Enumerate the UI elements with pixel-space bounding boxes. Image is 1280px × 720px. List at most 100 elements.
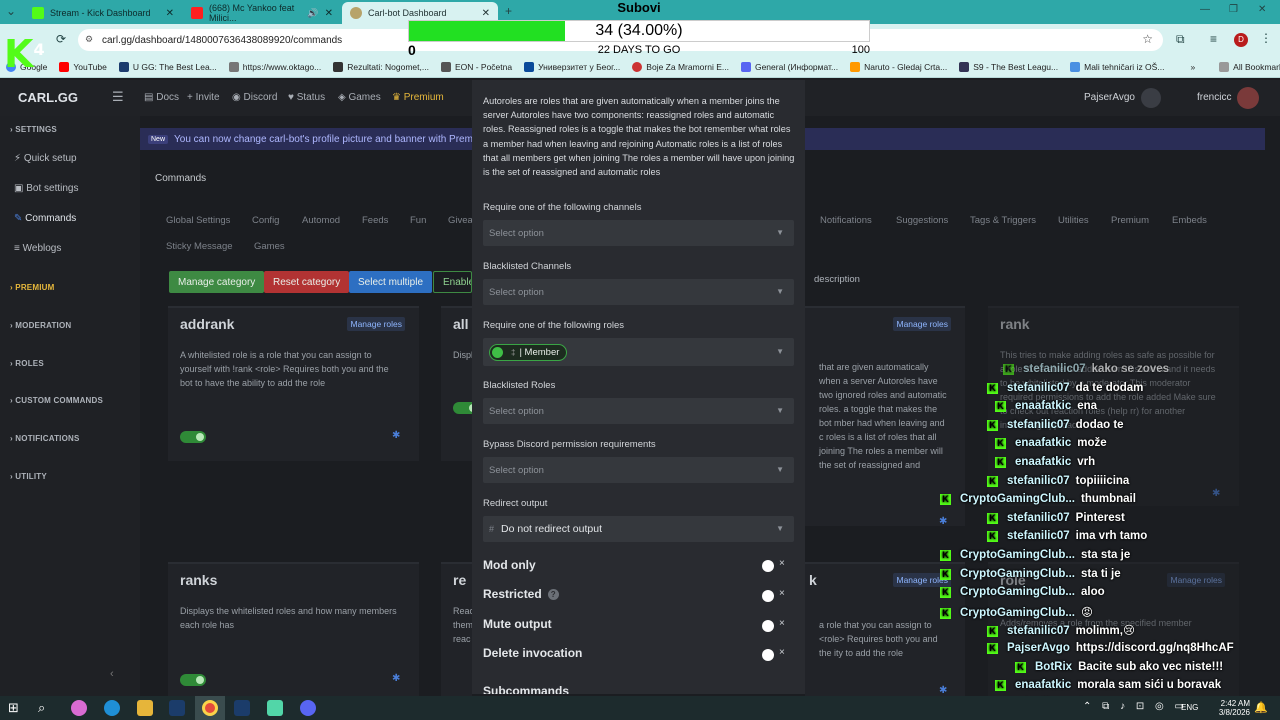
tab-premium[interactable]: Premium	[1111, 215, 1149, 226]
tab-config[interactable]: Config	[252, 215, 279, 226]
bookmark-star-icon[interactable]: ☆	[1142, 32, 1153, 46]
nav-docs[interactable]: ▤ Docs	[144, 92, 179, 103]
help-icon[interactable]: ?	[547, 589, 559, 600]
bookmark-ugg[interactable]: U GG: The Best Lea...	[113, 61, 223, 72]
manage-roles-button[interactable]: Manage roles	[1167, 573, 1225, 587]
show-description-toggle[interactable]: description	[814, 274, 860, 285]
mute-output-toggle[interactable]: ×	[759, 618, 791, 633]
bookmark-eon[interactable]: EON - Početna	[435, 61, 518, 72]
user-avatar[interactable]	[1237, 87, 1259, 109]
sidebar-section-roles[interactable]: › ROLES	[10, 359, 44, 368]
tab-feeds[interactable]: Feeds	[362, 215, 388, 226]
close-window-icon[interactable]: ✕	[1258, 4, 1266, 15]
blacklisted-roles-select[interactable]: Select option ▼	[483, 398, 794, 424]
menu-icon[interactable]: ⋮	[1260, 31, 1272, 45]
steam-icon[interactable]	[169, 700, 185, 716]
bookmark-naruto[interactable]: Naruto - Gledaj Crta...	[844, 61, 953, 72]
bypass-permissions-select[interactable]: Select option ▼	[483, 457, 794, 483]
manage-roles-button[interactable]: Manage roles	[893, 317, 951, 331]
gear-icon[interactable]: ✱	[939, 685, 947, 696]
tab-notifications[interactable]: Notifications	[820, 215, 872, 226]
tab-youtube[interactable]: (668) Mc Yankoo feat Milici... 🔊 ✕	[183, 2, 341, 24]
tab-suggestions[interactable]: Suggestions	[896, 215, 948, 226]
reset-category-button[interactable]: Reset category	[264, 271, 350, 293]
sidebar-item-commands[interactable]: ✎ Commands	[14, 213, 76, 224]
bookmark-general[interactable]: General (Информат...	[735, 61, 844, 72]
tab-utilities[interactable]: Utilities	[1058, 215, 1089, 226]
notification-bell-icon[interactable]: 🔔	[1254, 701, 1268, 714]
command-toggle[interactable]	[180, 674, 206, 686]
bookmarks-more-button[interactable]: »	[1184, 62, 1201, 72]
blacklisted-channels-select[interactable]: Select option ▼	[483, 279, 794, 305]
minimize-icon[interactable]: —	[1200, 4, 1210, 15]
mod-only-toggle[interactable]: ×	[759, 558, 791, 573]
sidebar-section-settings[interactable]: › SETTINGS	[10, 125, 57, 134]
tab-kick-dashboard[interactable]: Stream - Kick Dashboard ✕	[24, 2, 182, 24]
carl-logo[interactable]: CARL.GG	[18, 90, 78, 105]
bookmark-rezultati[interactable]: Rezultati: Nogomet,...	[327, 61, 435, 72]
command-toggle[interactable]	[453, 402, 472, 414]
required-channels-select[interactable]: Select option ▼	[483, 220, 794, 246]
nav-invite[interactable]: + Invite	[187, 92, 220, 103]
discord-icon[interactable]	[300, 700, 316, 716]
site-info-icon[interactable]: ⚙	[85, 34, 93, 45]
required-roles-select[interactable]: ‡ | Member ▼	[483, 338, 794, 366]
nav-status[interactable]: ♥ Status	[288, 92, 325, 103]
windows-start-icon[interactable]: ⊞	[8, 700, 24, 716]
bookmark-boje[interactable]: Boje Za Mramorni E...	[626, 61, 735, 72]
gear-icon[interactable]: ✱	[392, 673, 400, 684]
tab-games[interactable]: Games	[254, 241, 285, 252]
command-toggle[interactable]	[180, 431, 206, 443]
redirect-output-select[interactable]: # Do not redirect output ▼	[483, 516, 794, 542]
bookmark-s9[interactable]: S9 - The Best Leagu...	[953, 61, 1064, 72]
steam-app-icon[interactable]	[234, 700, 250, 716]
tab-tags-triggers[interactable]: Tags & Triggers	[970, 215, 1036, 226]
sidebar-section-utility[interactable]: › UTILITY	[10, 472, 47, 481]
sidebar-section-moderation[interactable]: › MODERATION	[10, 321, 71, 330]
close-tab-icon[interactable]: ✕	[160, 8, 174, 19]
gear-icon[interactable]: ✱	[939, 516, 947, 526]
enable-button[interactable]: Enable	[433, 271, 472, 293]
nav-premium[interactable]: ♛ Premium	[392, 92, 444, 103]
copilot-icon[interactable]	[71, 700, 87, 716]
sidebar-section-premium[interactable]: › PREMIUM	[10, 283, 54, 292]
sidebar-section-notifications[interactable]: › NOTIFICATIONS	[10, 434, 80, 443]
profile-avatar[interactable]: D	[1234, 33, 1248, 47]
bookmark-mali-tehnicari[interactable]: Mali tehničari iz OŠ...	[1064, 61, 1170, 72]
bookmark-oktagon[interactable]: https://www.oktago...	[223, 61, 327, 72]
file-explorer-icon[interactable]	[137, 700, 153, 716]
bookmark-youtube[interactable]: YouTube	[53, 61, 112, 72]
input-language[interactable]: ENG	[1181, 703, 1198, 712]
sidebar-item-weblogs[interactable]: ≡ Weblogs	[14, 243, 61, 254]
tab-giveaways[interactable]: Giveaways	[448, 215, 472, 226]
speaker-icon[interactable]: 🔊	[307, 8, 318, 19]
manage-category-button[interactable]: Manage category	[169, 271, 265, 293]
select-multiple-button[interactable]: Select multiple	[349, 271, 433, 293]
delete-invocation-toggle[interactable]: ×	[759, 647, 791, 662]
sidebar-section-custom-commands[interactable]: › CUSTOM COMMANDS	[10, 396, 103, 405]
server-selector[interactable]: PajserAvgo	[1084, 92, 1135, 103]
media-icon[interactable]: ≡	[1210, 32, 1217, 46]
chrome-taskbar-button[interactable]	[195, 696, 225, 720]
kick-studio-icon[interactable]	[267, 700, 283, 716]
bookmark-university[interactable]: Универзитет у Беог...	[518, 61, 626, 72]
role-chip-member[interactable]: ‡ | Member	[489, 343, 568, 361]
maximize-icon[interactable]: ❐	[1229, 4, 1238, 15]
hamburger-icon[interactable]: ☰	[112, 89, 124, 105]
user-menu[interactable]: frencicc	[1197, 92, 1231, 103]
gear-icon[interactable]: ✱	[1212, 488, 1220, 499]
all-bookmarks[interactable]: All Bookmarks	[1213, 61, 1280, 72]
system-clock[interactable]: 2:42 AM 3/8/2026	[1219, 699, 1250, 717]
sidebar-item-bot-settings[interactable]: ▣ Bot settings	[14, 183, 79, 194]
gear-icon[interactable]: ✱	[392, 430, 400, 441]
nav-discord[interactable]: ◉ Discord	[232, 92, 277, 103]
tab-automod[interactable]: Automod	[302, 215, 340, 226]
tab-fun[interactable]: Fun	[410, 215, 426, 226]
nav-games[interactable]: ◈ Games	[338, 92, 381, 103]
tab-embeds[interactable]: Embeds	[1172, 215, 1207, 226]
tab-sticky-message[interactable]: Sticky Message	[166, 241, 233, 252]
collapse-sidebar-icon[interactable]: ‹	[110, 668, 114, 680]
server-avatar[interactable]	[1141, 88, 1161, 108]
close-tab-icon[interactable]: ✕	[319, 8, 333, 19]
restricted-toggle[interactable]: ×	[759, 588, 791, 603]
